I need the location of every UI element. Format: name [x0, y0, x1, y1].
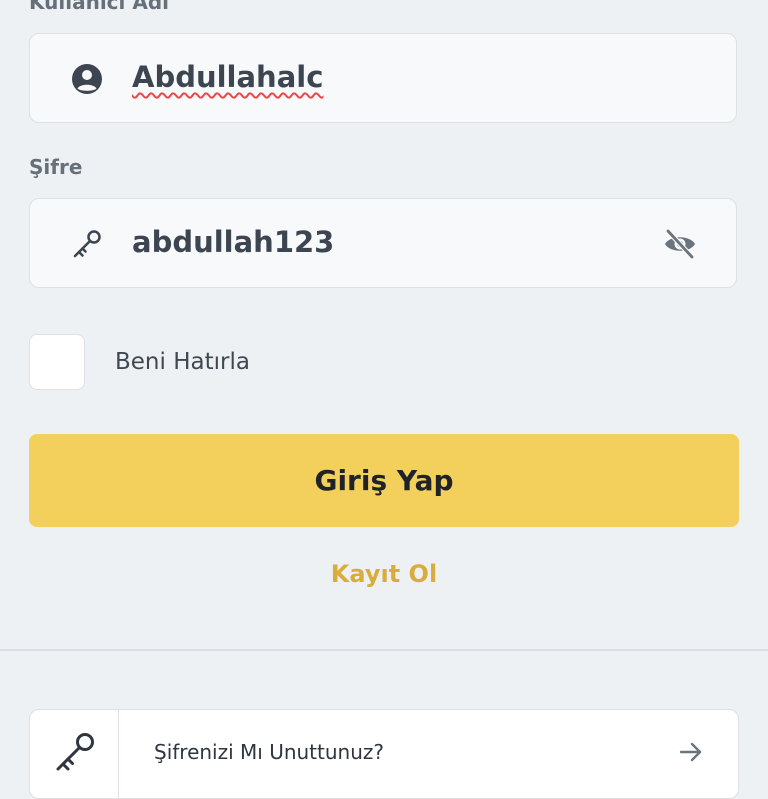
- username-value: Abdullahalc: [132, 60, 324, 94]
- login-button[interactable]: Giriş Yap: [29, 434, 739, 527]
- eye-off-icon[interactable]: [662, 227, 698, 261]
- remember-me-label[interactable]: Beni Hatırla: [115, 347, 250, 377]
- password-label: Şifre: [29, 155, 83, 179]
- password-field[interactable]: abdullah123: [29, 198, 737, 288]
- forgot-password-icon-cell: [30, 710, 119, 798]
- username-label: Kullanıcı Adı: [29, 0, 170, 14]
- key-icon: [56, 733, 94, 771]
- account-circle-icon: [72, 64, 102, 94]
- password-value: abdullah123: [132, 225, 335, 259]
- username-field[interactable]: Abdullahalc: [29, 33, 737, 123]
- arrow-right-icon: [679, 742, 702, 762]
- key-icon: [73, 230, 101, 258]
- forgot-password-card[interactable]: Şifrenizi Mı Unuttunuz?: [29, 709, 739, 799]
- register-link[interactable]: Kayıt Ol: [0, 558, 768, 590]
- divider: [0, 649, 768, 651]
- remember-me-checkbox[interactable]: [29, 334, 85, 390]
- forgot-password-label: Şifrenizi Mı Unuttunuz?: [154, 740, 385, 764]
